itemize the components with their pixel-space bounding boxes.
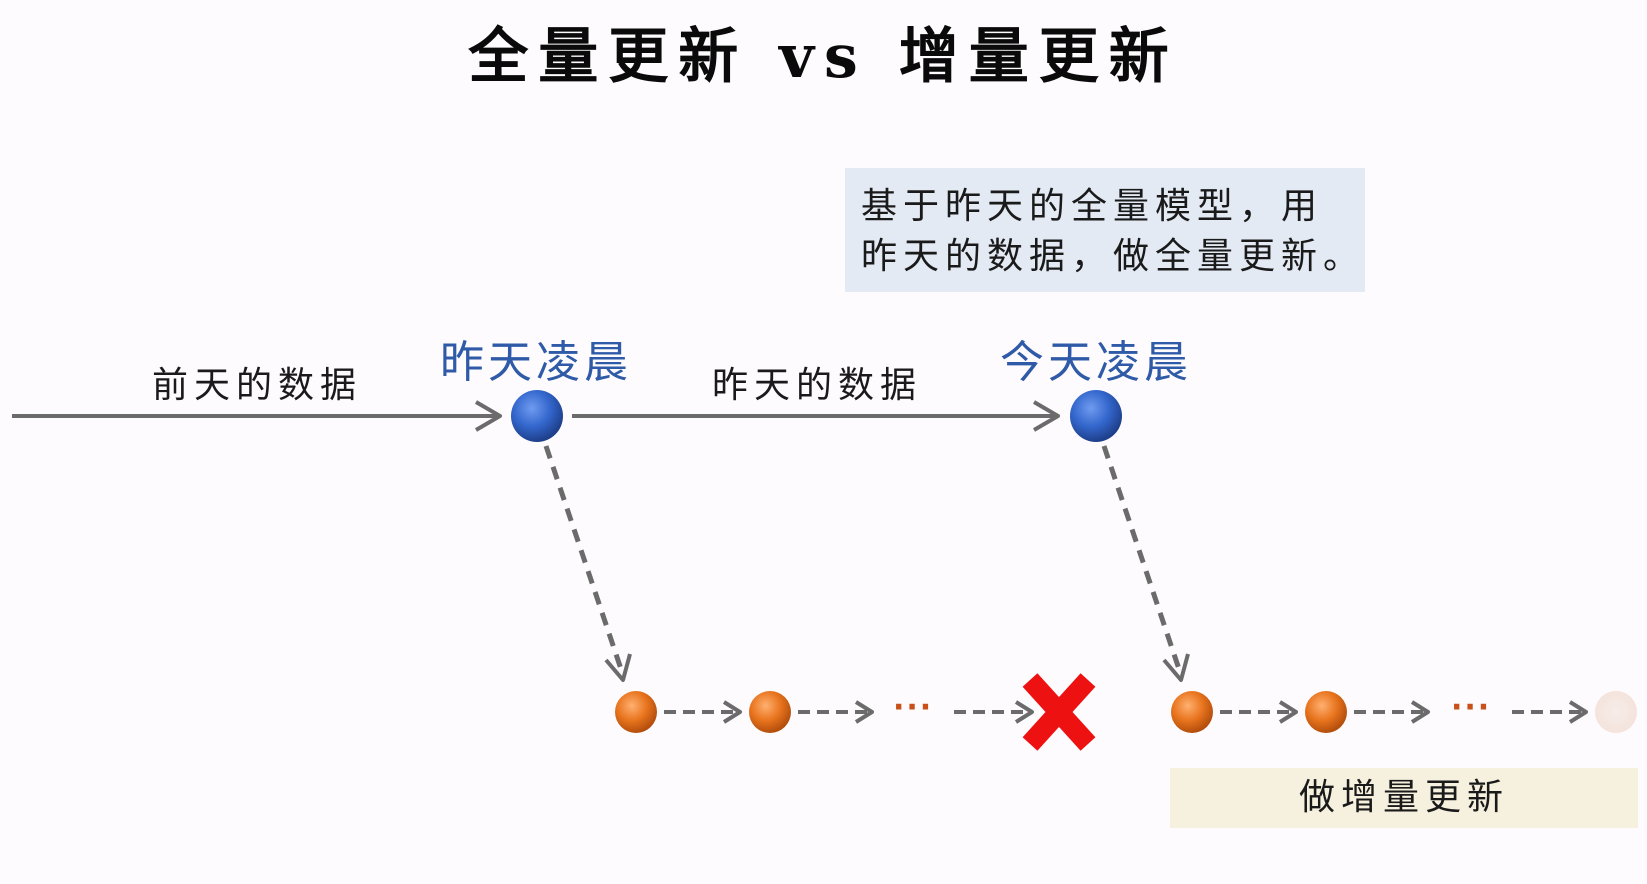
incr-node-1 bbox=[615, 691, 657, 733]
incr-node-faded bbox=[1595, 691, 1637, 733]
incr-node-2 bbox=[749, 691, 791, 733]
ellipsis-1: ··· bbox=[893, 690, 934, 725]
dashed-arrow-right-2 bbox=[798, 700, 874, 724]
dashed-arrow-down-2 bbox=[1101, 445, 1190, 682]
ellipsis-2: ··· bbox=[1451, 690, 1492, 725]
node-yesterday-dawn bbox=[511, 390, 563, 442]
dashed-arrow-right-6 bbox=[1512, 700, 1588, 724]
dashed-arrow-right-5 bbox=[1354, 700, 1430, 724]
incr-node-3 bbox=[1171, 691, 1213, 733]
incr-node-4 bbox=[1305, 691, 1347, 733]
timeline-arrow-2 bbox=[572, 400, 1060, 432]
red-cross-icon bbox=[1022, 673, 1096, 751]
timeline-arrow-1 bbox=[12, 400, 502, 432]
slide: 全量更新 vs 增量更新 基于昨天的全量模型，用 昨天的数据，做全量更新。 前天… bbox=[0, 0, 1647, 884]
dashed-arrow-right-4 bbox=[1220, 700, 1298, 724]
flow-diagram bbox=[12, 390, 1637, 751]
incremental-update-box: 做增量更新 bbox=[1170, 768, 1638, 828]
dashed-arrow-right-1 bbox=[664, 700, 742, 724]
dashed-arrow-down-1 bbox=[543, 445, 632, 682]
node-today-dawn bbox=[1070, 390, 1122, 442]
dashed-arrow-right-3 bbox=[954, 700, 1034, 724]
